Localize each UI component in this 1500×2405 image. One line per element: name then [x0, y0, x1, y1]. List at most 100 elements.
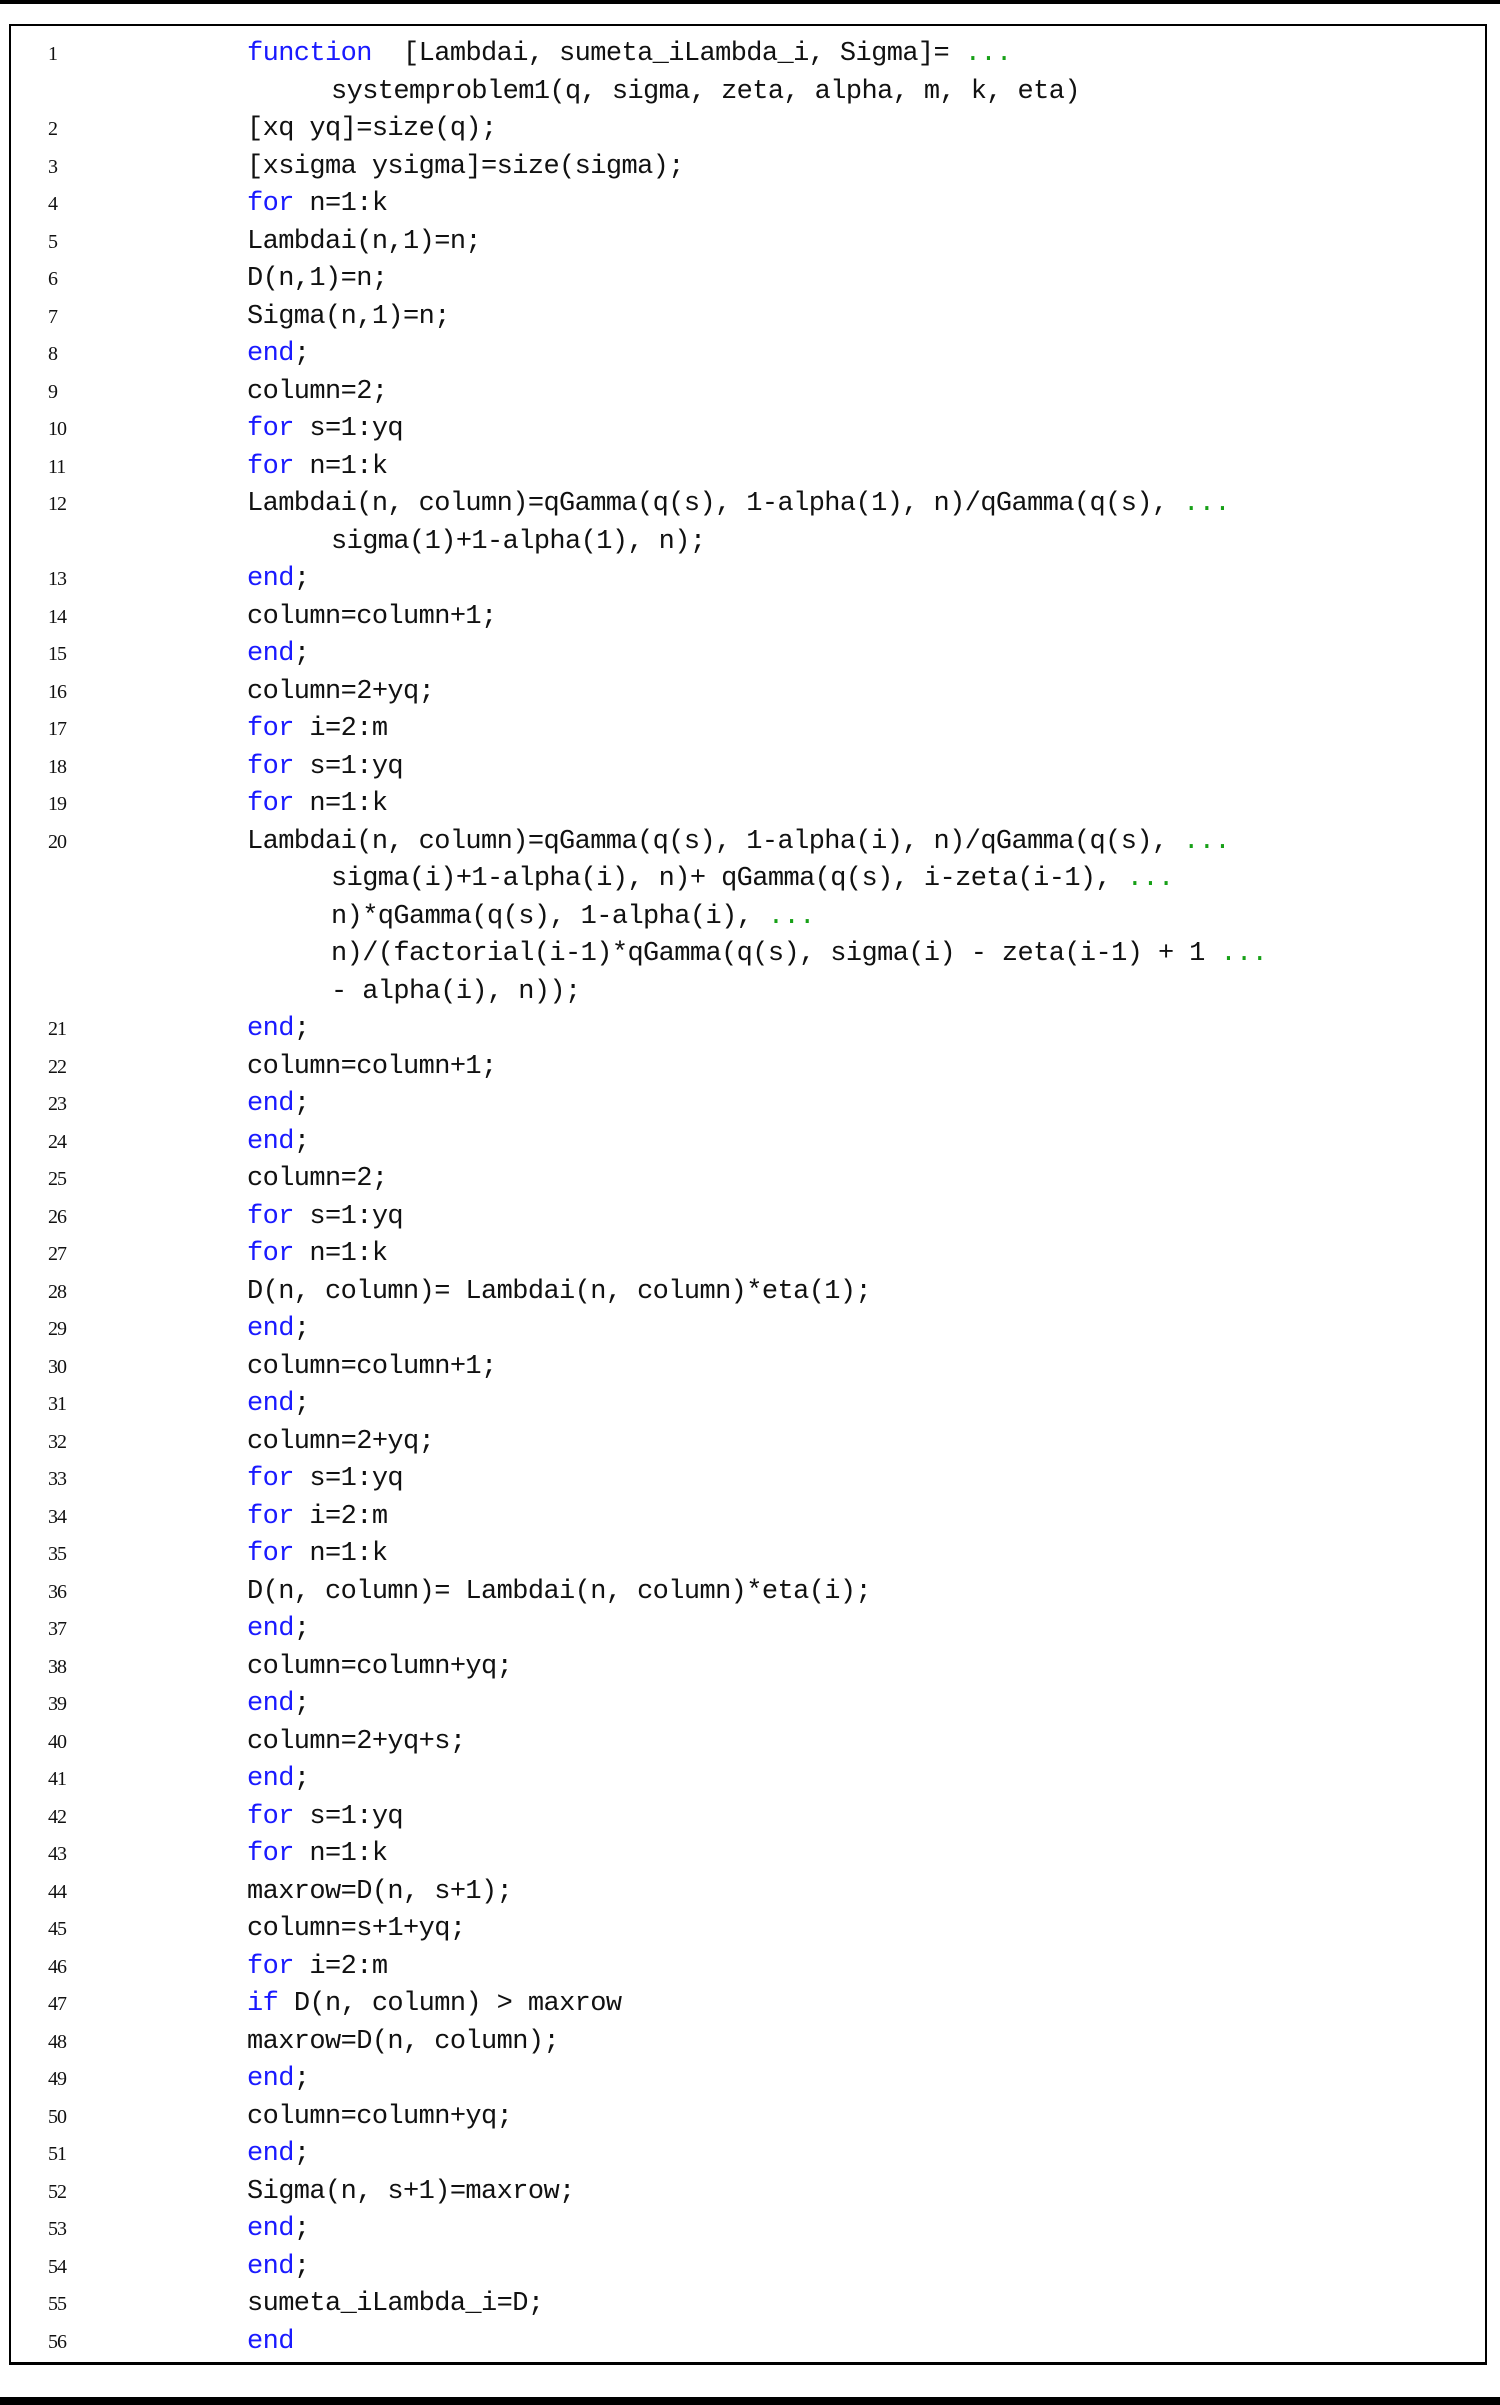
code-token: s=1:yq	[293, 1201, 404, 1232]
code-token: sigma(i)+1-alpha(i), n)+ qGamma(q(s), i-…	[331, 864, 1127, 894]
code-line: 49 end;	[11, 2061, 1485, 2099]
code-token: column=column+1;	[247, 1051, 497, 1082]
keyword-token: for	[247, 714, 294, 744]
code-token: column=2;	[247, 376, 388, 407]
code-continuation-line: n)*qGamma(q(s), 1-alpha(i), ...	[11, 899, 1485, 937]
line-number: 12	[48, 493, 67, 515]
line-number: 4	[48, 193, 58, 215]
code-text: end;	[247, 1086, 310, 1124]
line-number: 13	[48, 568, 67, 590]
code-line: 45 column=s+1+yq;	[11, 1911, 1485, 1949]
code-line: 27 for n=1:k	[11, 1236, 1485, 1274]
code-line: 44 maxrow=D(n, s+1);	[11, 1874, 1485, 1912]
code-line: 38 column=column+yq;	[11, 1649, 1485, 1687]
code-line: 8 end;	[11, 336, 1485, 374]
code-line: 41 end;	[11, 1761, 1485, 1799]
code-text: maxrow=D(n, column);	[247, 2024, 560, 2062]
line-number: 14	[48, 605, 67, 628]
code-token: [xsigma ysigma]=size(sigma);	[247, 151, 684, 182]
line-number: 46	[48, 1955, 67, 1978]
keyword-token: for	[247, 1239, 294, 1269]
code-token: column=2+yq;	[247, 1426, 435, 1457]
line-number: 22	[48, 1055, 67, 1078]
line-number: 36	[48, 1580, 67, 1603]
line-number: 2	[48, 118, 58, 140]
code-line: 14 column=column+1;	[11, 599, 1485, 637]
line-number: 40	[48, 1730, 67, 1753]
code-text: column=2;	[247, 1161, 388, 1199]
code-line: 54 end;	[11, 2249, 1485, 2287]
code-text: column=2+yq;	[247, 1424, 435, 1462]
line-number: 10	[48, 418, 67, 440]
code-token: ;	[293, 1126, 310, 1157]
code-token: [Lambdai, sumeta_iLambda_i, Sigma]=	[371, 39, 965, 69]
code-line: 30 column=column+1;	[11, 1349, 1485, 1387]
line-number: 30	[48, 1355, 67, 1378]
keyword-token: end	[247, 1614, 294, 1644]
code-line: 12 Lambdai(n, column)=qGamma(q(s), 1-alph…	[11, 486, 1485, 524]
line-number: 5	[48, 230, 58, 253]
line-number: 35	[48, 1543, 67, 1565]
code-line: 21 end;	[11, 1011, 1485, 1049]
code-text: for i=2:m	[247, 1499, 388, 1537]
code-token: D(n,1)=n;	[247, 264, 388, 294]
code-token: D(n, column)= Lambdai(n, column)*eta(1);	[247, 1276, 872, 1307]
keyword-token: end	[247, 564, 294, 594]
code-line: 23 end;	[11, 1086, 1485, 1124]
code-line: 39 end;	[11, 1686, 1485, 1724]
code-token: sigma(1)+1-alpha(1), n);	[331, 526, 706, 557]
keyword-token: for	[247, 451, 294, 482]
code-token: column=column+yq;	[247, 2101, 513, 2132]
code-text: end;	[247, 636, 310, 674]
line-number: 41	[48, 1768, 67, 1790]
keyword-token: end	[247, 1126, 294, 1157]
code-text: Sigma(n, s+1)=maxrow;	[247, 2174, 575, 2212]
code-text: end;	[247, 2061, 310, 2099]
code-token: n=1:k	[293, 789, 388, 819]
keyword-token: for	[247, 751, 294, 782]
code-line: 22 column=column+1;	[11, 1049, 1485, 1087]
line-number: 3	[48, 155, 58, 178]
code-line: 10 for s=1:yq	[11, 411, 1485, 449]
code-line: 1 function [Lambdai, sumeta_iLambda_i, Si…	[11, 36, 1485, 74]
code-text: column=2;	[247, 374, 388, 412]
line-number: 33	[48, 1468, 67, 1490]
keyword-token: for	[247, 1539, 294, 1569]
code-line: 3 [xsigma ysigma]=size(sigma);	[11, 149, 1485, 187]
keyword-token: end	[247, 639, 294, 669]
code-text: column=s+1+yq;	[247, 1911, 466, 1949]
keyword-token: end	[247, 1314, 294, 1344]
code-line: 2 [xq yq]=size(q);	[11, 111, 1485, 149]
line-number: 9	[48, 380, 58, 403]
line-number: 24	[48, 1130, 67, 1153]
keyword-token: end	[247, 1014, 294, 1044]
line-number: 17	[48, 718, 67, 740]
code-text: [xq yq]=size(q);	[247, 111, 497, 149]
code-token: ;	[293, 2214, 310, 2244]
line-number: 25	[48, 1168, 67, 1190]
code-text: column=column+yq;	[247, 1649, 513, 1687]
code-token: - alpha(i), n));	[331, 976, 581, 1007]
code-text: Lambdai(n, column)=qGamma(q(s), 1-alpha(…	[247, 486, 1231, 524]
code-token: ;	[293, 639, 310, 669]
code-text: for n=1:k	[247, 1836, 388, 1874]
code-line: 29 end;	[11, 1311, 1485, 1349]
continuation-token: ...	[1183, 489, 1230, 519]
code-line: 17 for i=2:m	[11, 711, 1485, 749]
code-token: ;	[293, 2064, 310, 2094]
keyword-token: function	[247, 39, 372, 69]
code-line: 50 column=column+yq;	[11, 2099, 1485, 2137]
code-text: n)/(factorial(i-1)*qGamma(q(s), sigma(i)…	[331, 936, 1268, 974]
code-token: maxrow=D(n, column);	[247, 2026, 560, 2057]
code-line: 19 for n=1:k	[11, 786, 1485, 824]
code-line: 48 maxrow=D(n, column);	[11, 2024, 1485, 2062]
continuation-token: ...	[1183, 826, 1230, 857]
keyword-token: for	[247, 189, 294, 219]
line-number: 16	[48, 680, 67, 703]
line-number: 21	[48, 1018, 67, 1040]
code-token: Lambdai(n,1)=n;	[247, 226, 482, 257]
code-text: end;	[247, 1311, 310, 1349]
code-text: end;	[247, 2136, 310, 2174]
code-line: 28 D(n, column)= Lambdai(n, column)*eta(1…	[11, 1274, 1485, 1312]
keyword-token: end	[247, 2064, 294, 2094]
